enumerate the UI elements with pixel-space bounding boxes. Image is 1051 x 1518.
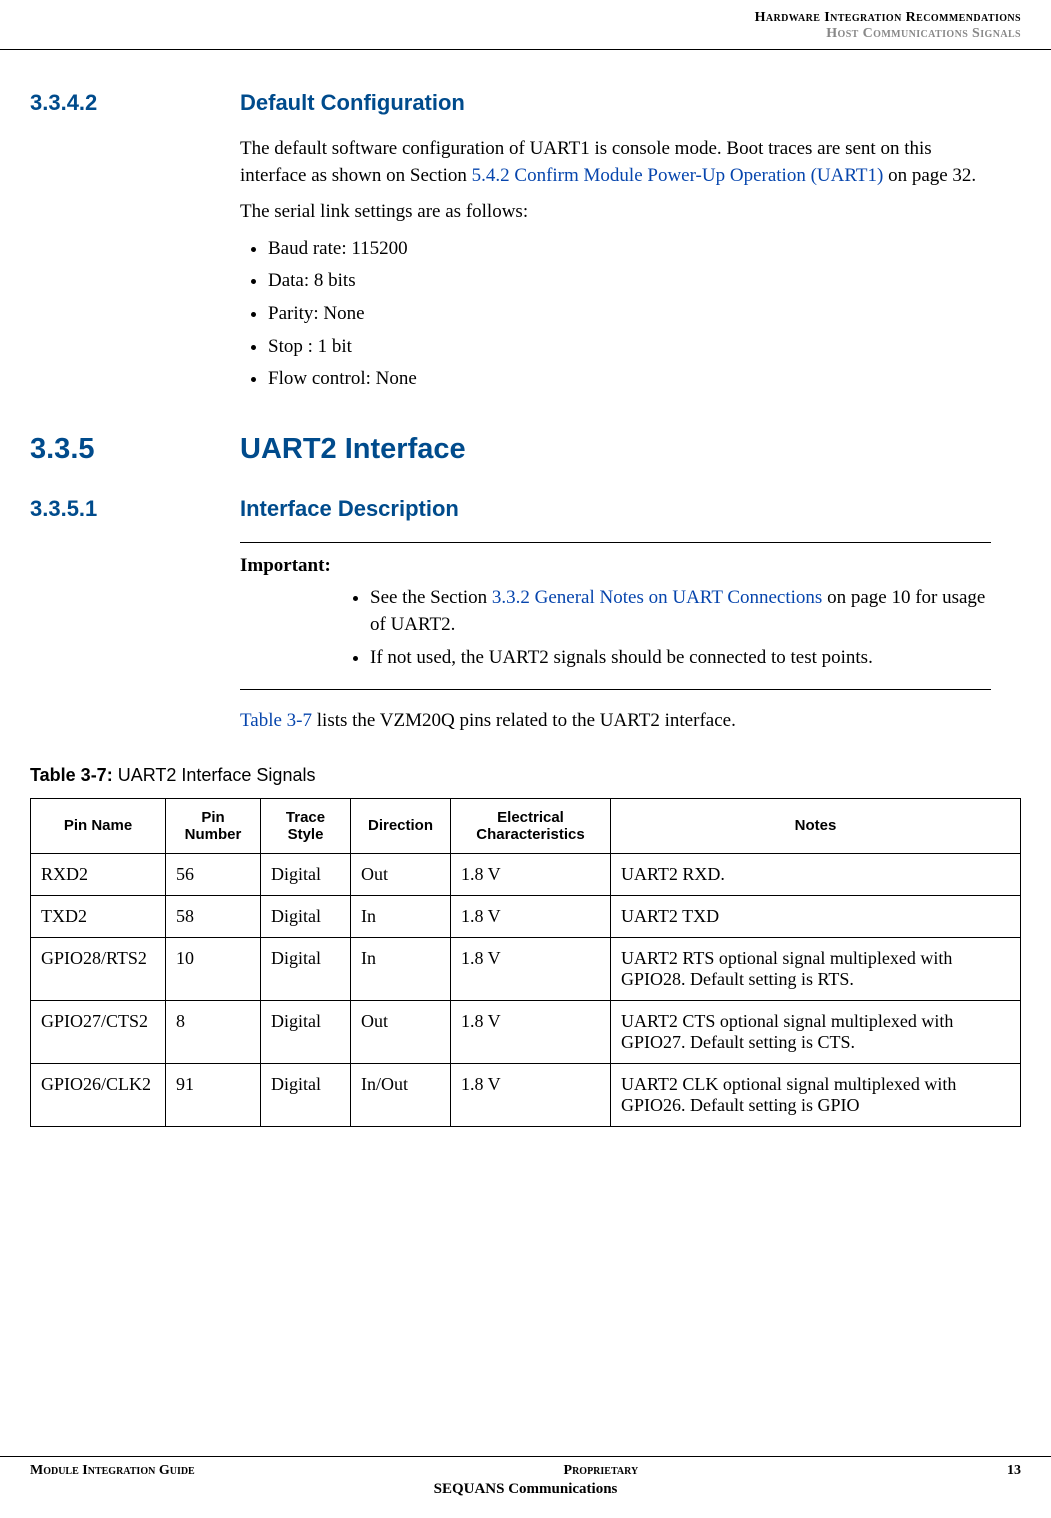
list-item: Flow control: None [268,366,991,393]
table-cell: 10 [166,937,261,1000]
body-3342: The default software configuration of UA… [240,136,991,393]
table-cell: UART2 CTS optional signal multiplexed wi… [611,1000,1021,1063]
heading-title: Default Configuration [240,90,465,116]
table-cell: GPIO28/RTS2 [31,937,166,1000]
col-pin-number: Pin Number [166,798,261,853]
table-cell: RXD2 [31,853,166,895]
footer-rule [0,1456,1051,1457]
header-rule [0,49,1051,50]
footer-page-number: 13 [1007,1463,1021,1479]
heading-title: UART2 Interface [240,433,466,466]
col-pin-name: Pin Name [31,798,166,853]
list-item: Parity: None [268,301,991,328]
table-title: UART2 Interface Signals [118,765,316,785]
table-cell: UART2 RXD. [611,853,1021,895]
list-item: If not used, the UART2 signals should be… [370,645,991,672]
table-cell: Digital [261,853,351,895]
table-number: Table 3-7: [30,765,118,785]
table-cell: In/Out [351,1063,451,1126]
table-cell: In [351,937,451,1000]
table-row: GPIO27/CTS28DigitalOut1.8 VUART2 CTS opt… [31,1000,1021,1063]
paragraph: The serial link settings are as follows: [240,199,991,226]
footer-company: SEQUANS Communications [0,1481,1051,1498]
table-cell: 1.8 V [451,895,611,937]
header-line-2: Host Communications Signals [755,26,1021,42]
text: See the Section [370,587,492,608]
heading-3351: 3.3.5.1 Interface Description [30,496,1021,522]
header-line-1: Hardware Integration Recommendations [755,10,1021,26]
footer-left: Module Integration Guide [30,1463,195,1479]
table-cell: Out [351,1000,451,1063]
list-item: Stop : 1 bit [268,334,991,361]
table-cell: 1.8 V [451,853,611,895]
col-direction: Direction [351,798,451,853]
cross-ref-link[interactable]: Table 3-7 [240,710,312,731]
table-header-row: Pin Name Pin Number Trace Style Directio… [31,798,1021,853]
footer: Module Integration Guide Proprietary 13 … [0,1456,1051,1498]
body-3351: Important: See the Section 3.3.2 General… [240,542,991,735]
heading-number: 3.3.5 [30,433,240,466]
heading-3342: 3.3.4.2 Default Configuration [30,90,1021,116]
note-label: Important: [240,553,991,580]
cross-ref-link[interactable]: 3.3.2 General Notes on UART Connections [492,587,822,608]
table-cell: Digital [261,1063,351,1126]
content: 3.3.4.2 Default Configuration The defaul… [30,0,1021,1247]
table-cell: 1.8 V [451,1063,611,1126]
col-electrical: Electrical Characteristics [451,798,611,853]
important-note: Important: See the Section 3.3.2 General… [240,542,991,690]
table-cell: UART2 RTS optional signal multiplexed wi… [611,937,1021,1000]
table-row: RXD256DigitalOut1.8 VUART2 RXD. [31,853,1021,895]
serial-settings-list: Baud rate: 115200 Data: 8 bits Parity: N… [240,236,991,393]
table-row: GPIO28/RTS210DigitalIn1.8 VUART2 RTS opt… [31,937,1021,1000]
table-cell: 56 [166,853,261,895]
heading-335: 3.3.5 UART2 Interface [30,433,1021,466]
table-row: GPIO26/CLK291DigitalIn/Out1.8 VUART2 CLK… [31,1063,1021,1126]
heading-number: 3.3.4.2 [30,90,240,116]
footer-row: Module Integration Guide Proprietary 13 [0,1463,1051,1479]
page: Hardware Integration Recommendations Hos… [0,0,1051,1518]
running-header: Hardware Integration Recommendations Hos… [755,10,1021,42]
table-cell: 1.8 V [451,937,611,1000]
table-cell: GPIO26/CLK2 [31,1063,166,1126]
list-item: Data: 8 bits [268,268,991,295]
table-cell: GPIO27/CTS2 [31,1000,166,1063]
table-cell: 91 [166,1063,261,1126]
list-item: See the Section 3.3.2 General Notes on U… [370,585,991,638]
uart2-signals-table: Pin Name Pin Number Trace Style Directio… [30,798,1021,1127]
heading-number: 3.3.5.1 [30,496,240,522]
heading-title: Interface Description [240,496,459,522]
table-cell: UART2 CLK optional signal multiplexed wi… [611,1063,1021,1126]
table-cell: Digital [261,937,351,1000]
table-cell: Digital [261,895,351,937]
table-cell: 8 [166,1000,261,1063]
table-body: RXD256DigitalOut1.8 VUART2 RXD.TXD258Dig… [31,853,1021,1126]
table-cell: Digital [261,1000,351,1063]
paragraph: The default software configuration of UA… [240,136,991,189]
cross-ref-link[interactable]: 5.4.2 Confirm Module Power-Up Operation … [472,165,884,186]
col-notes: Notes [611,798,1021,853]
list-item: Baud rate: 115200 [268,236,991,263]
table-cell: UART2 TXD [611,895,1021,937]
text: on page 32. [883,165,976,186]
footer-center: Proprietary [195,1463,1007,1479]
table-caption: Table 3-7: UART2 Interface Signals [30,765,1021,786]
paragraph: Table 3-7 lists the VZM20Q pins related … [240,708,991,735]
col-trace-style: Trace Style [261,798,351,853]
table-cell: Out [351,853,451,895]
table-cell: 58 [166,895,261,937]
note-list: See the Section 3.3.2 General Notes on U… [240,585,991,671]
table-cell: TXD2 [31,895,166,937]
table-cell: In [351,895,451,937]
table-cell: 1.8 V [451,1000,611,1063]
text: lists the VZM20Q pins related to the UAR… [312,710,736,731]
table-row: TXD258DigitalIn1.8 VUART2 TXD [31,895,1021,937]
